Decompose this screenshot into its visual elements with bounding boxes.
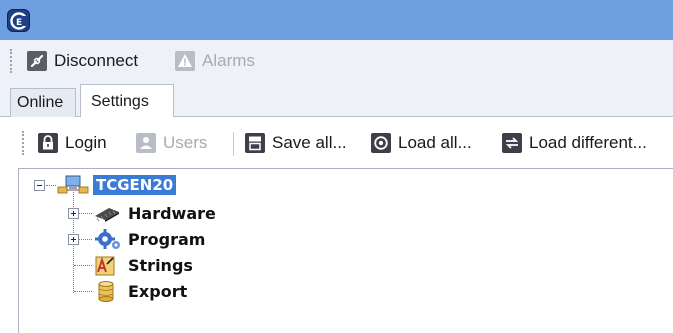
tree-connector [74,291,92,292]
login-label: Login [65,133,107,152]
tree-node-program[interactable]: Program [92,228,205,250]
swap-icon [502,133,522,153]
tree-expand-toggle-hardware[interactable] [68,208,79,219]
disconnect-button[interactable]: Disconnect [27,48,138,74]
title-bar: E [0,0,673,40]
users-label: Users [163,133,208,152]
lock-icon [38,133,58,153]
tree-connector [77,213,92,214]
tree-connector [46,185,56,186]
database-icon [92,280,122,302]
users-icon [136,133,156,153]
tree-node-label: Hardware [128,203,216,223]
tab-settings-label: Settings [91,93,149,110]
ce-app-logo-icon[interactable]: E [7,9,30,32]
save-all-button[interactable]: Save all... [245,130,347,156]
tree-root-label: TCGEN20 [93,175,177,195]
alarms-label: Alarms [202,51,255,70]
disconnect-label: Disconnect [54,51,139,70]
settings-toolbar-grip[interactable] [22,131,25,155]
tree-connector [74,265,92,266]
load-all-label: Load all... [398,133,472,152]
project-tree: TCGEN20 Hardware Program Strings Export [18,168,673,333]
tree-node-label: Export [128,281,188,301]
tab-settings[interactable]: Settings [80,84,174,118]
load-all-button[interactable]: Load all... [371,130,472,156]
tree-connector [77,239,92,240]
tree-expand-toggle-program[interactable] [68,234,79,245]
toolbar-grip[interactable] [10,49,13,73]
alarms-button[interactable]: Alarms [175,48,255,74]
tree-collapse-toggle[interactable] [34,180,45,191]
chip-icon [92,203,122,223]
settings-toolbar: Login Users Save all... Load all... Load… [0,117,673,163]
load-different-label: Load different... [529,133,647,152]
computer-network-icon [57,174,89,196]
load-different-button[interactable]: Load different... [502,130,647,156]
save-icon [245,133,265,153]
svg-text:E: E [16,18,22,28]
strings-icon [92,254,122,276]
tree-node-strings[interactable]: Strings [92,254,193,276]
tree-node-root[interactable]: TCGEN20 [57,174,177,196]
gear-icon [92,228,122,250]
main-toolbar: Disconnect Alarms [0,40,673,82]
tab-online-label: Online [17,94,64,111]
tree-node-hardware[interactable]: Hardware [92,202,216,224]
tree-node-export[interactable]: Export [92,280,187,302]
tree-node-label: Program [128,229,206,249]
load-icon [371,133,391,153]
login-button[interactable]: Login [38,130,107,156]
save-all-label: Save all... [272,133,347,152]
plug-icon [27,51,47,71]
toolbar-separator [233,132,234,156]
tab-online[interactable]: Online [10,88,76,117]
users-button[interactable]: Users [136,130,207,156]
warning-icon [175,51,195,71]
tree-node-label: Strings [128,255,193,275]
tab-strip: Online Settings [0,82,673,118]
